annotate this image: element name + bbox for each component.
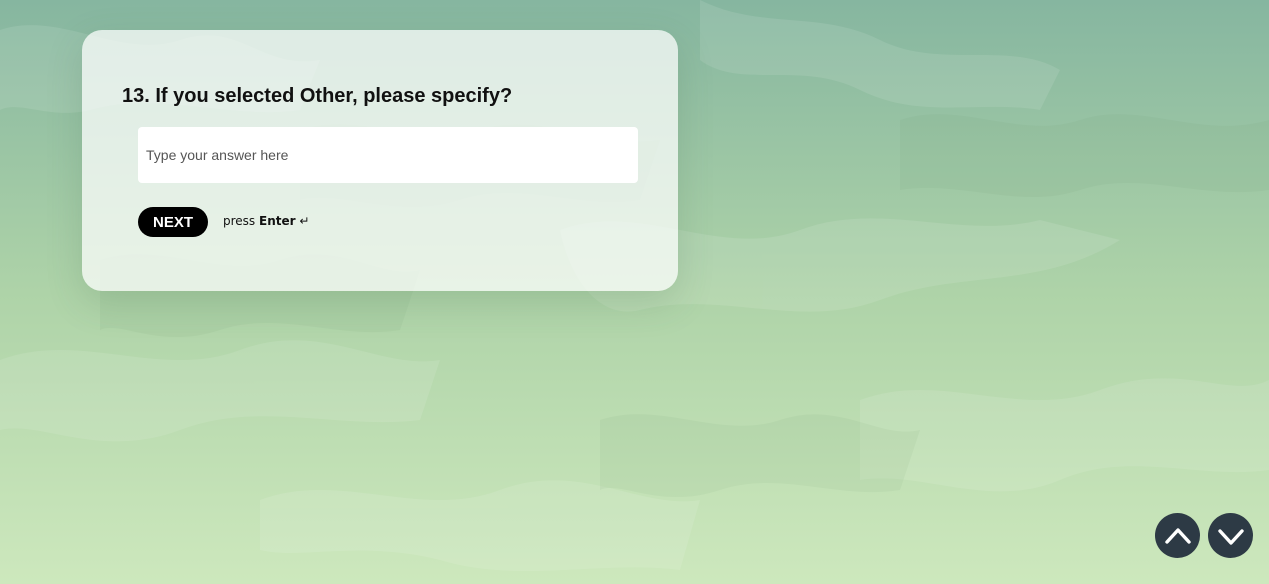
question-title: 13. If you selected Other, please specif… bbox=[122, 85, 513, 107]
answer-input[interactable] bbox=[138, 127, 638, 183]
enter-key-icon: ↵ bbox=[299, 214, 310, 228]
previous-question-button[interactable] bbox=[1155, 513, 1200, 558]
question-card: 13. If you selected Other, please specif… bbox=[82, 30, 678, 291]
enter-hint: press Enter ↵ bbox=[223, 214, 309, 228]
next-question-nav-button[interactable] bbox=[1208, 513, 1253, 558]
hint-key: Enter bbox=[259, 214, 296, 228]
next-button[interactable]: NEXT bbox=[138, 207, 208, 237]
chevron-down-icon bbox=[1217, 528, 1244, 545]
chevron-up-icon bbox=[1164, 527, 1191, 544]
hint-prefix: press bbox=[223, 214, 256, 228]
